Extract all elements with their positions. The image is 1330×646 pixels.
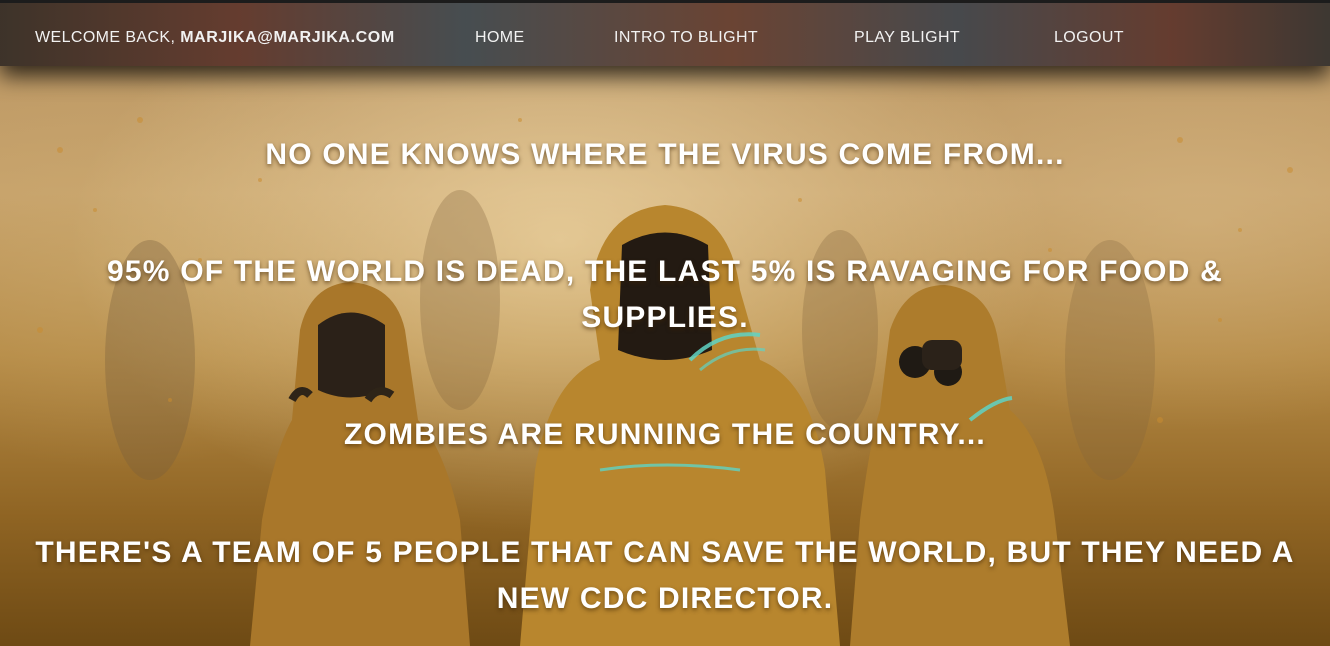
story-line-zombies: ZOMBIES ARE RUNNING THE COUNTRY... (344, 418, 986, 451)
story-line-virus-origin: NO ONE KNOWS WHERE THE VIRUS COME FROM..… (265, 138, 1065, 171)
nav-link-play-blight[interactable]: PLAY BLIGHT (854, 29, 960, 47)
nav-link-logout[interactable]: LOGOUT (1054, 29, 1124, 47)
welcome-prefix: WELCOME BACK, (35, 29, 181, 46)
top-navigation-bar: WELCOME BACK, MARJIKA@MARJIKA.COM HOME I… (0, 3, 1330, 66)
nav-link-intro-to-blight[interactable]: INTRO TO BLIGHT (614, 29, 758, 47)
top-border (0, 0, 1330, 3)
user-email: MARJIKA@MARJIKA.COM (180, 29, 395, 46)
welcome-message: WELCOME BACK, MARJIKA@MARJIKA.COM (35, 29, 395, 47)
story-line-team: THERE'S A TEAM OF 5 PEOPLE THAT CAN SAVE… (35, 536, 1295, 615)
story-line-world-dead: 95% OF THE WORLD IS DEAD, THE LAST 5% IS… (107, 255, 1223, 334)
nav-link-home[interactable]: HOME (475, 29, 525, 47)
